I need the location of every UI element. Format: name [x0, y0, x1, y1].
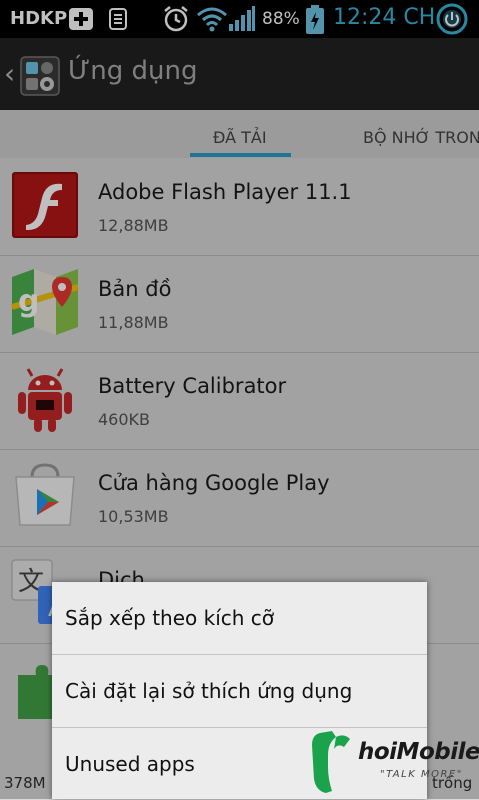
storage-used: 378M: [4, 774, 46, 792]
menu-item-label: Unused apps: [65, 752, 195, 776]
watermark-logo: hoiMobile "TALK MORE": [310, 727, 479, 797]
watermark-tagline: "TALK MORE": [380, 769, 463, 780]
menu-item-reset-app-preferences[interactable]: Cài đặt lại sở thích ứng dụng: [52, 655, 427, 728]
menu-item-label: Cài đặt lại sở thích ứng dụng: [65, 679, 353, 703]
menu-item-label: Sắp xếp theo kích cỡ: [65, 606, 275, 630]
menu-item-sort-by-size[interactable]: Sắp xếp theo kích cỡ: [52, 582, 427, 655]
phone-logo-icon: [312, 731, 350, 793]
watermark-brand: hoiMobile: [358, 739, 479, 765]
